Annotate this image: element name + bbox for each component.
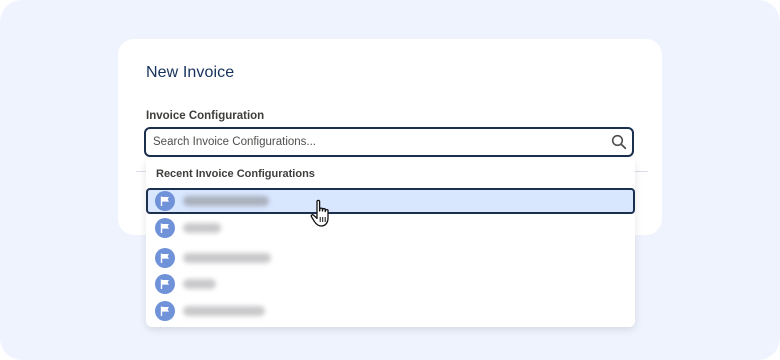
flag-icon [155,301,175,321]
hand-pointer-icon [309,198,337,230]
option-label [183,279,216,289]
dropdown-option[interactable] [146,271,635,297]
option-label [183,253,271,263]
dropdown-header: Recent Invoice Configurations [156,168,315,180]
invoice-configuration-label: Invoice Configuration [146,110,265,122]
flag-icon [155,274,175,294]
option-label [183,223,221,233]
page-title: New Invoice [146,64,235,81]
search-icon[interactable] [611,134,627,150]
option-label [183,306,265,316]
search-input[interactable] [146,129,608,155]
flag-icon [155,218,175,238]
dropdown-option[interactable] [146,298,635,324]
flag-icon [155,191,175,211]
dropdown-option[interactable] [146,245,635,271]
search-box[interactable] [144,127,634,157]
search-results-dropdown: Recent Invoice Configurations [146,158,635,327]
flag-icon [155,248,175,268]
dropdown-option[interactable] [146,215,635,241]
option-label [183,196,269,206]
dropdown-option[interactable] [146,188,635,214]
